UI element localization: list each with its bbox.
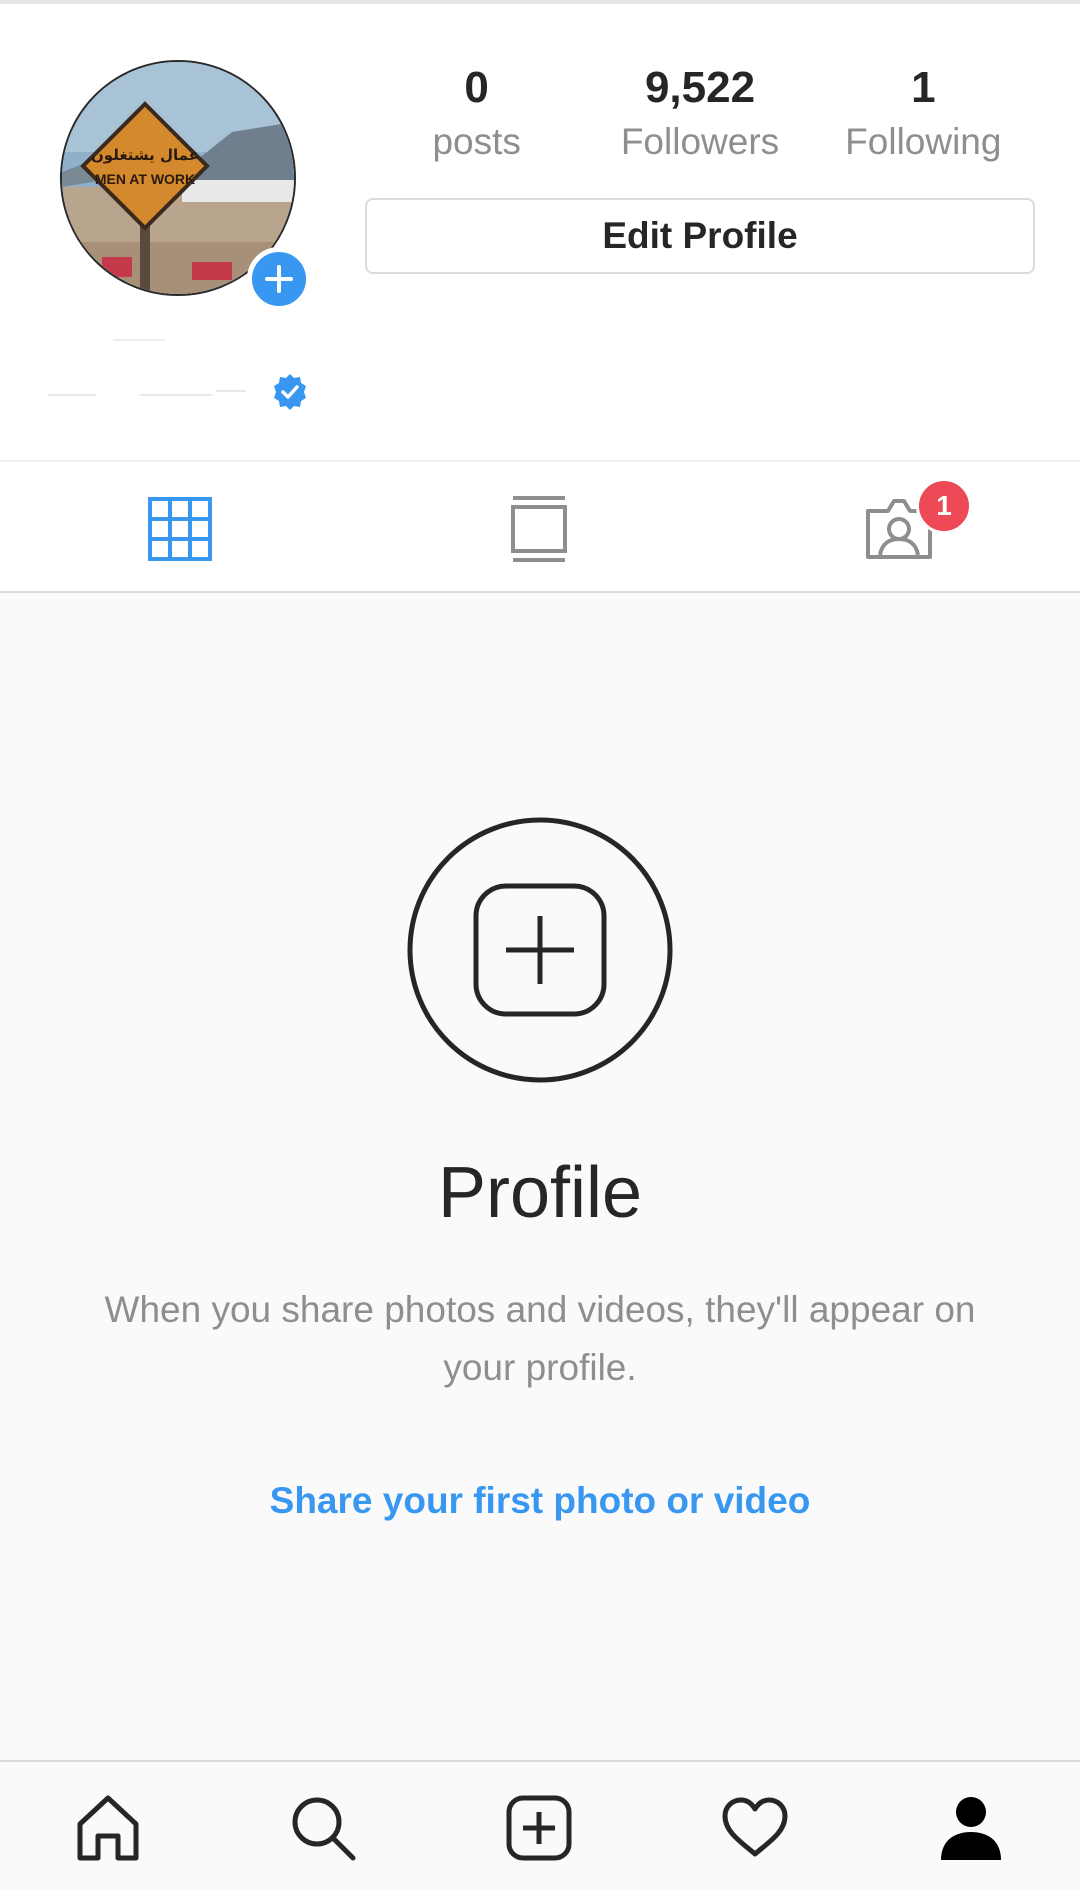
empty-state-title: Profile bbox=[437, 1153, 643, 1233]
profile-icon bbox=[941, 1797, 1001, 1860]
stat-following-label: Following bbox=[845, 121, 1002, 162]
tagged-notification-badge: 1 bbox=[916, 478, 972, 534]
empty-state-description: When you share photos and videos, they'l… bbox=[104, 1289, 976, 1388]
avatar-sign-arabic: عمال يشتغلون bbox=[91, 146, 199, 164]
profile-bio-redacted bbox=[48, 372, 318, 412]
stat-followers-value: 9,522 bbox=[644, 63, 756, 112]
tab-grid[interactable] bbox=[143, 492, 217, 566]
stat-following-value: 1 bbox=[911, 63, 936, 112]
home-icon bbox=[77, 1795, 139, 1861]
stat-posts[interactable]: 0 posts bbox=[365, 60, 588, 180]
stat-posts-label: posts bbox=[432, 121, 521, 162]
search-icon bbox=[292, 1797, 356, 1861]
nav-activity[interactable] bbox=[717, 1790, 793, 1866]
edit-profile-button[interactable]: Edit Profile bbox=[365, 198, 1035, 274]
bio-segment bbox=[216, 390, 246, 392]
avatar-container[interactable]: عمال يشتغلون MEN AT WORK bbox=[60, 60, 311, 311]
nav-profile[interactable] bbox=[933, 1790, 1009, 1866]
stat-followers[interactable]: 9,522 Followers bbox=[588, 60, 811, 180]
nav-search[interactable] bbox=[285, 1790, 361, 1866]
nav-new-post[interactable] bbox=[501, 1790, 577, 1866]
new-post-icon bbox=[506, 1795, 572, 1861]
stat-posts-value: 0 bbox=[464, 63, 489, 112]
bio-segment bbox=[48, 394, 96, 396]
nav-home[interactable] bbox=[70, 1790, 146, 1866]
stat-followers-label: Followers bbox=[620, 121, 780, 162]
share-first-post-link[interactable]: Share your first photo or video bbox=[0, 1477, 1080, 1525]
status-divider bbox=[0, 0, 1080, 4]
grid-icon bbox=[148, 497, 212, 561]
add-story-button[interactable] bbox=[247, 247, 311, 311]
profile-stats: 0 posts 9,522 Followers 1 Following bbox=[365, 60, 1035, 180]
avatar-sign-text: MEN AT WORK bbox=[95, 171, 195, 187]
empty-state: Profile When you share photos and videos… bbox=[0, 593, 1080, 1760]
add-post-circle-icon bbox=[407, 817, 673, 1083]
plus-icon bbox=[265, 265, 293, 293]
bottom-navigation bbox=[0, 1760, 1080, 1890]
profile-tab-bar bbox=[0, 460, 1080, 593]
profile-name-redacted bbox=[113, 339, 165, 341]
bio-segment bbox=[140, 394, 212, 396]
activity-heart-icon bbox=[722, 1797, 788, 1857]
stat-following[interactable]: 1 Following bbox=[812, 60, 1035, 180]
feed-icon bbox=[511, 496, 567, 562]
verified-badge-icon bbox=[274, 374, 306, 410]
tab-feed[interactable] bbox=[502, 492, 576, 566]
profile-header: عمال يشتغلون MEN AT WORK 0 posts 9,522 F… bbox=[0, 0, 1080, 462]
